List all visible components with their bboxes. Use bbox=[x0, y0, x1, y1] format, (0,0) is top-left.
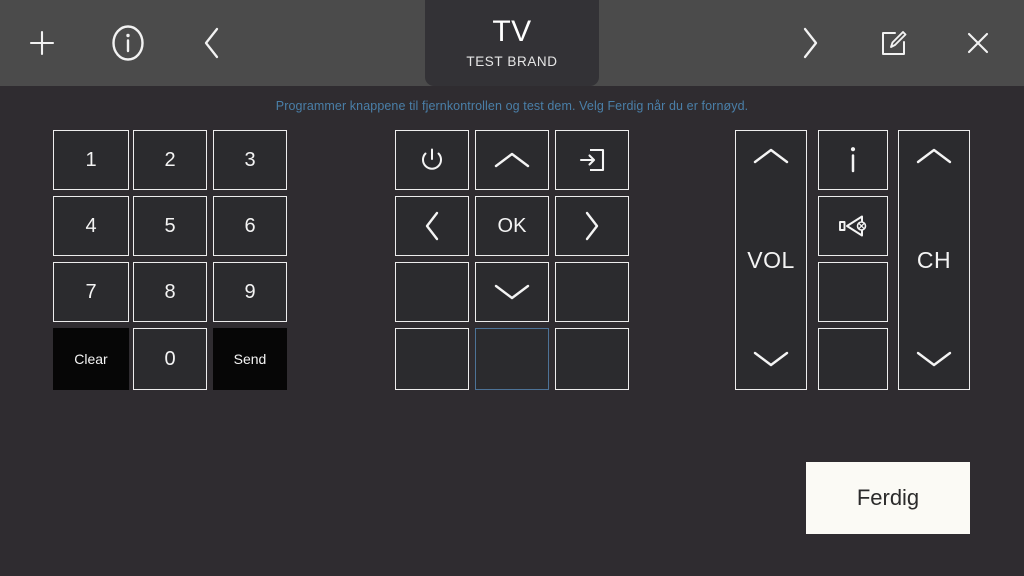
key-label: 7 bbox=[85, 281, 97, 303]
key-source[interactable] bbox=[555, 130, 629, 190]
key-label: 5 bbox=[164, 215, 176, 237]
device-tab-title: TV bbox=[492, 15, 532, 48]
key-0[interactable]: 0 bbox=[133, 328, 207, 390]
key-nav-blank-1[interactable] bbox=[395, 262, 469, 322]
back-icon[interactable] bbox=[182, 0, 242, 86]
chevron-down-icon bbox=[914, 348, 954, 375]
key-label: 4 bbox=[85, 215, 97, 237]
instruction-text: Programmer knappene til fjernkontrollen … bbox=[275, 99, 749, 113]
key-5[interactable]: 5 bbox=[133, 196, 207, 256]
chevron-right-icon bbox=[581, 209, 603, 243]
info-icon[interactable] bbox=[98, 0, 158, 86]
close-icon[interactable] bbox=[948, 0, 1008, 86]
key-label: OK bbox=[497, 215, 527, 237]
key-volume[interactable]: VOL bbox=[735, 130, 807, 390]
key-side-blank-2[interactable] bbox=[818, 328, 888, 390]
key-nav-blank-4[interactable] bbox=[555, 328, 629, 390]
key-clear[interactable]: Clear bbox=[53, 328, 129, 390]
app-header: TV TEST BRAND bbox=[0, 0, 1024, 86]
key-label: 2 bbox=[164, 149, 176, 171]
chevron-down-icon bbox=[751, 348, 791, 375]
key-label: 3 bbox=[244, 149, 256, 171]
channel-label: CH bbox=[916, 246, 952, 273]
chevron-left-icon bbox=[421, 209, 443, 243]
chevron-up-icon bbox=[914, 145, 954, 172]
device-tab-subtitle: TEST BRAND bbox=[466, 54, 558, 69]
chevron-up-icon bbox=[492, 149, 532, 171]
volume-label: VOL bbox=[747, 246, 795, 273]
key-up[interactable] bbox=[475, 130, 549, 190]
key-label: Send bbox=[233, 351, 267, 367]
remote-programming-screen: TV TEST BRAND Programmer knappene til fj… bbox=[0, 0, 1024, 576]
input-source-icon bbox=[577, 146, 607, 174]
done-button-label: Ferdig bbox=[856, 485, 920, 510]
edit-icon[interactable] bbox=[864, 0, 924, 86]
key-label: 8 bbox=[164, 281, 176, 303]
key-left[interactable] bbox=[395, 196, 469, 256]
key-label: 9 bbox=[244, 281, 256, 303]
key-label: 0 bbox=[164, 348, 176, 370]
key-side-blank-1[interactable] bbox=[818, 262, 888, 322]
key-right[interactable] bbox=[555, 196, 629, 256]
key-channel[interactable]: CH bbox=[898, 130, 970, 390]
key-label: 6 bbox=[244, 215, 256, 237]
key-info[interactable] bbox=[818, 130, 888, 190]
key-down[interactable] bbox=[475, 262, 549, 322]
key-nav-blank-2[interactable] bbox=[555, 262, 629, 322]
key-6[interactable]: 6 bbox=[213, 196, 287, 256]
key-label: 1 bbox=[85, 149, 97, 171]
key-1[interactable]: 1 bbox=[53, 130, 129, 190]
device-tab[interactable]: TV TEST BRAND bbox=[425, 0, 599, 86]
key-mute[interactable] bbox=[818, 196, 888, 256]
key-ok[interactable]: OK bbox=[475, 196, 549, 256]
key-9[interactable]: 9 bbox=[213, 262, 287, 322]
info-i-icon bbox=[848, 145, 858, 175]
key-label: Clear bbox=[74, 351, 108, 367]
power-icon bbox=[419, 147, 445, 173]
key-send[interactable]: Send bbox=[213, 328, 287, 390]
key-8[interactable]: 8 bbox=[133, 262, 207, 322]
key-nav-blank-3[interactable] bbox=[395, 328, 469, 390]
key-power[interactable] bbox=[395, 130, 469, 190]
done-button[interactable]: Ferdig bbox=[806, 462, 970, 534]
add-icon[interactable] bbox=[12, 0, 72, 86]
mute-icon bbox=[833, 211, 873, 241]
key-7[interactable]: 7 bbox=[53, 262, 129, 322]
forward-icon[interactable] bbox=[780, 0, 840, 86]
key-2[interactable]: 2 bbox=[133, 130, 207, 190]
chevron-up-icon bbox=[751, 145, 791, 172]
key-4[interactable]: 4 bbox=[53, 196, 129, 256]
key-3[interactable]: 3 bbox=[213, 130, 287, 190]
key-nav-blank-selected[interactable] bbox=[475, 328, 549, 390]
chevron-down-icon bbox=[492, 281, 532, 303]
